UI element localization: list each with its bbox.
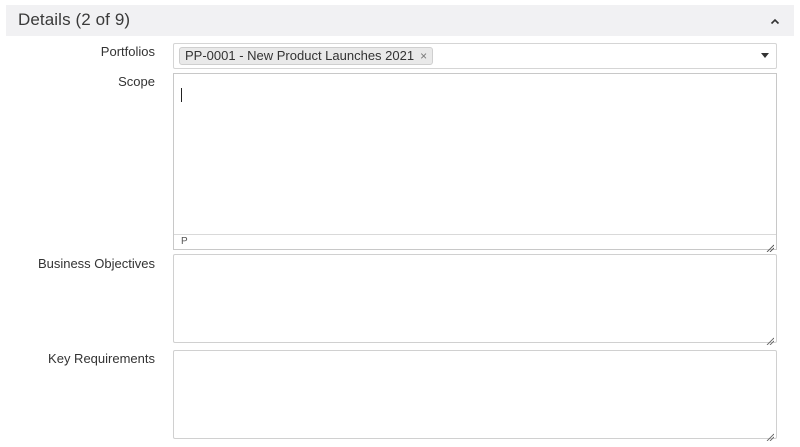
caret-down-icon[interactable] xyxy=(761,53,769,58)
chevron-up-icon[interactable] xyxy=(770,14,780,25)
portfolio-tag: PP-0001 - New Product Launches 2021 × xyxy=(179,47,434,65)
editor-element-path: P xyxy=(174,234,776,249)
scope-editor[interactable]: P xyxy=(173,73,777,253)
portfolios-select[interactable]: PP-0001 - New Product Launches 2021 × xyxy=(173,43,777,69)
details-section-header[interactable]: Details (2 of 9) xyxy=(6,5,794,36)
close-icon[interactable]: × xyxy=(420,48,427,64)
portfolio-tag-label: PP-0001 - New Product Launches 2021 xyxy=(185,48,415,63)
resize-grip-icon[interactable] xyxy=(766,239,775,253)
key-requirements-label: Key Requirements xyxy=(48,351,155,366)
key-requirements-textarea[interactable] xyxy=(173,350,777,442)
scope-editor-body[interactable] xyxy=(174,74,776,234)
resize-grip-icon[interactable] xyxy=(766,428,775,442)
scope-label: Scope xyxy=(118,74,155,89)
portfolios-label: Portfolios xyxy=(100,44,155,59)
section-title: Details (2 of 9) xyxy=(18,10,131,29)
business-objectives-textarea[interactable] xyxy=(173,254,777,346)
text-cursor xyxy=(181,88,182,102)
business-objectives-label: Business Objectives xyxy=(37,256,155,271)
resize-grip-icon[interactable] xyxy=(766,332,775,346)
